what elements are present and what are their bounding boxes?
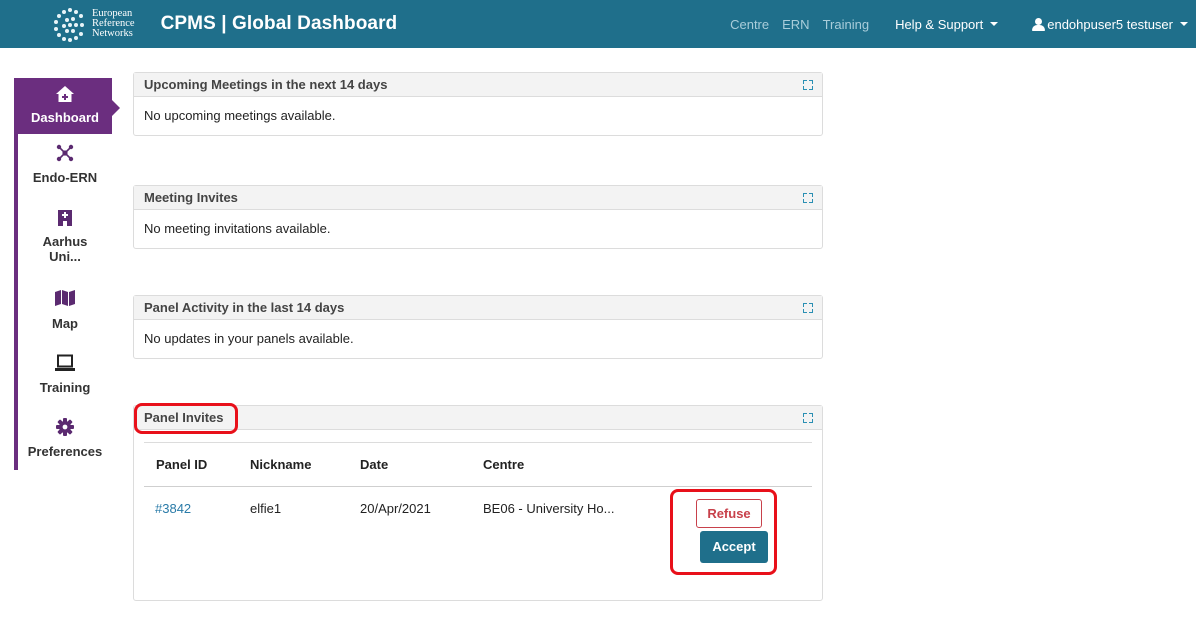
panel-id-link[interactable]: #3842 bbox=[155, 487, 191, 531]
panel-title: Panel Invites bbox=[144, 410, 224, 425]
home-icon bbox=[18, 84, 112, 106]
panel-header: Upcoming Meetings in the next 14 days bbox=[134, 73, 822, 97]
sidebar-item-dashboard[interactable]: Dashboard bbox=[18, 78, 120, 134]
column-header: Panel ID bbox=[156, 457, 208, 472]
panel-activity-panel: Panel Activity in the last 14 days No up… bbox=[133, 295, 823, 359]
nav-link-training[interactable]: Training bbox=[823, 17, 869, 32]
sidebar-item-training[interactable]: Training bbox=[18, 354, 112, 395]
app-title[interactable]: CPMS | Global Dashboard bbox=[161, 13, 398, 35]
sidebar-item-label: Endo-ERN bbox=[32, 170, 98, 185]
expand-icon[interactable] bbox=[803, 413, 813, 423]
expand-icon[interactable] bbox=[803, 193, 813, 203]
panel-message: No upcoming meetings available. bbox=[144, 108, 336, 123]
caret-down-icon bbox=[1180, 22, 1188, 26]
ern-logo-text: European Reference Networks bbox=[92, 8, 135, 39]
logo-line: Networks bbox=[92, 28, 133, 39]
centre-cell: BE06 - University Ho... bbox=[483, 501, 615, 516]
panel-title: Meeting Invites bbox=[144, 190, 238, 205]
refuse-button[interactable]: Refuse bbox=[696, 499, 762, 528]
user-menu-dropdown[interactable]: endohpuser5 testuser bbox=[1032, 17, 1188, 32]
column-header: Date bbox=[360, 457, 389, 472]
table-row: #3842 elfie1 20/Apr/2021 BE06 - Universi… bbox=[144, 487, 812, 563]
sidebar-item-preferences[interactable]: Preferences bbox=[18, 418, 112, 459]
panel-title: Upcoming Meetings in the next 14 days bbox=[144, 77, 388, 92]
top-navbar: European Reference Networks CPMS | Globa… bbox=[0, 0, 1196, 48]
caret-down-icon bbox=[990, 22, 999, 26]
sidebar-item-aarhus[interactable]: Aarhus Uni... bbox=[18, 208, 112, 264]
panel-message: No meeting invitations available. bbox=[144, 221, 331, 236]
date-cell: 20/Apr/2021 bbox=[360, 501, 431, 516]
user-icon bbox=[1032, 17, 1046, 31]
help-support-dropdown[interactable]: Help & Support bbox=[895, 16, 999, 32]
laptop-icon bbox=[18, 354, 112, 376]
user-name: endohpuser5 testuser bbox=[1047, 16, 1173, 32]
help-support-label: Help & Support bbox=[895, 16, 984, 32]
panel-invites-panel: Panel Invites Panel ID Nickname Date Cen… bbox=[133, 405, 823, 601]
nav-link-centre[interactable]: Centre bbox=[730, 17, 769, 32]
sidebar-item-label: Uni... bbox=[49, 249, 81, 264]
ern-logo[interactable]: European Reference Networks bbox=[52, 6, 135, 42]
sidebar-item-endo-ern[interactable]: Endo-ERN bbox=[18, 144, 112, 185]
column-header: Centre bbox=[483, 457, 525, 472]
panel-header: Panel Invites bbox=[134, 406, 822, 430]
expand-icon[interactable] bbox=[803, 80, 813, 90]
panel-message: No updates in your panels available. bbox=[144, 331, 354, 346]
invites-table: Panel ID Nickname Date Centre #3842 elfi… bbox=[144, 442, 812, 563]
panel-header: Meeting Invites bbox=[134, 186, 822, 210]
expand-icon[interactable] bbox=[803, 303, 813, 313]
map-icon bbox=[18, 290, 112, 312]
ern-logo-icon bbox=[52, 6, 88, 42]
sidebar: Dashboard Endo-ERN Aarhus Uni... Map Tra… bbox=[14, 78, 120, 470]
column-header: Nickname bbox=[250, 457, 312, 472]
sidebar-item-label: Map bbox=[52, 316, 78, 331]
network-icon bbox=[18, 144, 112, 166]
sidebar-item-label: Training bbox=[39, 380, 91, 395]
sidebar-item-map[interactable]: Map bbox=[18, 290, 112, 331]
hospital-icon bbox=[18, 208, 112, 230]
nav-link-ern[interactable]: ERN bbox=[782, 17, 809, 32]
active-indicator bbox=[112, 100, 120, 116]
upcoming-meetings-panel: Upcoming Meetings in the next 14 days No… bbox=[133, 72, 823, 136]
table-header: Panel ID Nickname Date Centre bbox=[144, 443, 812, 487]
meeting-invites-panel: Meeting Invites No meeting invitations a… bbox=[133, 185, 823, 249]
sidebar-item-label: Aarhus bbox=[42, 234, 88, 249]
sidebar-item-label: Preferences bbox=[27, 444, 103, 459]
sidebar-item-label: Dashboard bbox=[31, 110, 99, 125]
nav-right: Centre ERN Training Help & Support endoh… bbox=[730, 0, 1196, 48]
accept-button[interactable]: Accept bbox=[700, 531, 768, 563]
panel-title: Panel Activity in the last 14 days bbox=[144, 300, 345, 315]
gear-icon bbox=[18, 418, 112, 440]
panel-header: Panel Activity in the last 14 days bbox=[134, 296, 822, 320]
nickname-cell: elfie1 bbox=[250, 501, 282, 516]
